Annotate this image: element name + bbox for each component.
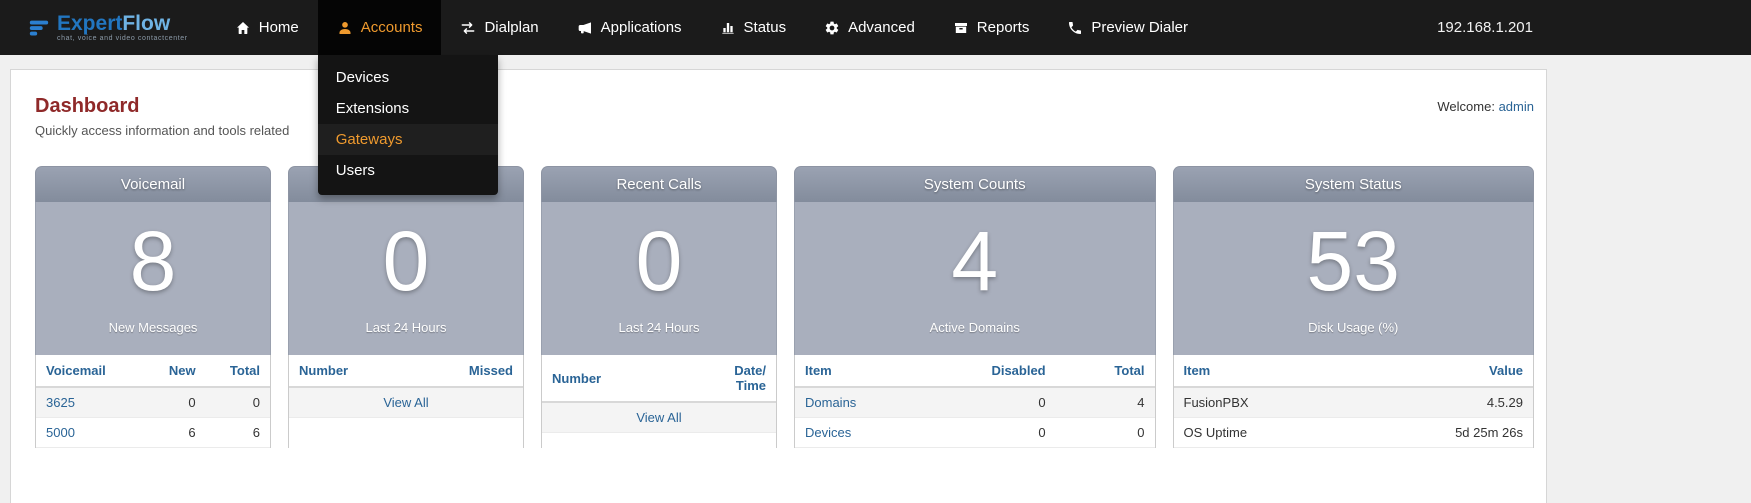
card-recent-calls: Recent Calls 0 Last 24 Hours Number Date…	[541, 166, 777, 448]
dropdown-item-users[interactable]: Users	[318, 155, 498, 186]
card-caption: Active Domains	[795, 308, 1155, 355]
exchange-icon	[460, 20, 476, 36]
card-big-number: 0	[289, 202, 523, 308]
nav-item-preview-dialer[interactable]: Preview Dialer	[1048, 0, 1207, 55]
table-row: Devices 0 0	[795, 418, 1155, 448]
page-subtitle: Quickly access information and tools rel…	[35, 123, 289, 138]
top-navbar: ExpertFlow chat, voice and video contact…	[0, 0, 1751, 55]
table-row: 3625 0 0	[36, 387, 270, 418]
welcome-user-link[interactable]: admin	[1499, 99, 1534, 114]
card-table: Item Value FusionPBX 4.5.29 OS Uptime 5d…	[1173, 355, 1535, 448]
column-header: Voicemail	[36, 355, 141, 387]
card-big-number: 53	[1174, 202, 1534, 308]
card-table: Number Date/Time View All	[541, 355, 777, 448]
devices-link[interactable]: Devices	[805, 425, 851, 440]
card-big-number: 8	[36, 202, 270, 308]
content-panel: Dashboard Quickly access information and…	[10, 69, 1547, 503]
card-system-counts: System Counts 4 Active Domains Item Disa…	[794, 166, 1156, 448]
table-row: View All	[289, 387, 523, 418]
main-menu: Home Accounts Devices Extensions Gateway…	[216, 0, 1207, 55]
card-big-number: 0	[542, 202, 776, 308]
page-title: Dashboard	[35, 95, 289, 118]
dropdown-item-devices[interactable]: Devices	[318, 62, 498, 93]
accounts-dropdown: Devices Extensions Gateways Users	[318, 55, 498, 195]
gear-icon	[824, 20, 840, 36]
brand-name: ExpertFlow	[57, 14, 188, 34]
card-title: System Counts	[794, 166, 1156, 202]
card-title: Recent Calls	[541, 166, 777, 202]
dropdown-item-gateways[interactable]: Gateways	[318, 124, 498, 155]
nav-item-reports[interactable]: Reports	[934, 0, 1049, 55]
card-table: Item Disabled Total Domains 0 4 Devices	[794, 355, 1156, 448]
nav-item-home[interactable]: Home	[216, 0, 318, 55]
column-header: Total	[206, 355, 270, 387]
card-caption: New Messages	[36, 308, 270, 355]
bullhorn-icon	[577, 20, 593, 36]
table-row: OS Uptime 5d 25m 26s	[1174, 418, 1534, 448]
card-title: System Status	[1173, 166, 1535, 202]
voicemail-box-link[interactable]: 3625	[46, 395, 75, 410]
card-caption: Last 24 Hours	[542, 308, 776, 355]
voicemail-box-link[interactable]: 5000	[46, 425, 75, 440]
dashboard-cards: Voicemail 8 New Messages Voicemail New T…	[35, 166, 1534, 448]
card-voicemail: Voicemail 8 New Messages Voicemail New T…	[35, 166, 271, 448]
column-header: New	[141, 355, 205, 387]
user-icon	[337, 20, 353, 36]
card-table: Voicemail New Total 3625 0 0 5000	[35, 355, 271, 448]
card-missed-calls: Missed Calls 0 Last 24 Hours Number Miss…	[288, 166, 524, 448]
column-header: Item	[795, 355, 957, 387]
card-table: Number Missed View All	[288, 355, 524, 448]
archive-icon	[953, 20, 969, 36]
table-row: Domains 0 4	[795, 387, 1155, 418]
phone-icon	[1067, 20, 1083, 36]
nav-item-accounts[interactable]: Accounts Devices Extensions Gateways Use…	[318, 0, 442, 55]
home-icon	[235, 20, 251, 36]
column-header: Disabled	[957, 355, 1056, 387]
column-header: Item	[1174, 355, 1354, 387]
nav-item-applications[interactable]: Applications	[558, 0, 701, 55]
view-all-link[interactable]: View All	[636, 410, 681, 425]
view-all-link[interactable]: View All	[383, 395, 428, 410]
column-header: Date/Time	[724, 355, 776, 402]
card-caption: Disk Usage (%)	[1174, 308, 1534, 355]
column-header: Missed	[406, 355, 523, 387]
brand-logo[interactable]: ExpertFlow chat, voice and video contact…	[0, 0, 188, 55]
brand-icon	[28, 17, 50, 39]
welcome-text: Welcome: admin	[1437, 95, 1534, 138]
card-title: Voicemail	[35, 166, 271, 202]
server-ip: 192.168.1.201	[1437, 19, 1751, 36]
bar-chart-icon	[720, 20, 736, 36]
card-system-status: System Status 53 Disk Usage (%) Item Val…	[1173, 166, 1535, 448]
nav-item-advanced[interactable]: Advanced	[805, 0, 934, 55]
domains-link[interactable]: Domains	[805, 395, 856, 410]
card-big-number: 4	[795, 202, 1155, 308]
page-header: Dashboard Quickly access information and…	[35, 95, 1534, 138]
dropdown-item-extensions[interactable]: Extensions	[318, 93, 498, 124]
column-header: Value	[1353, 355, 1533, 387]
nav-item-status[interactable]: Status	[701, 0, 806, 55]
table-row: 5000 6 6	[36, 418, 270, 448]
column-header: Total	[1056, 355, 1155, 387]
table-row: FusionPBX 4.5.29	[1174, 387, 1534, 418]
column-header: Number	[542, 355, 724, 402]
table-row: View All	[542, 402, 776, 433]
nav-item-dialplan[interactable]: Dialplan	[441, 0, 557, 55]
card-caption: Last 24 Hours	[289, 308, 523, 355]
brand-tagline: chat, voice and video contactcenter	[57, 35, 188, 42]
column-header: Number	[289, 355, 406, 387]
